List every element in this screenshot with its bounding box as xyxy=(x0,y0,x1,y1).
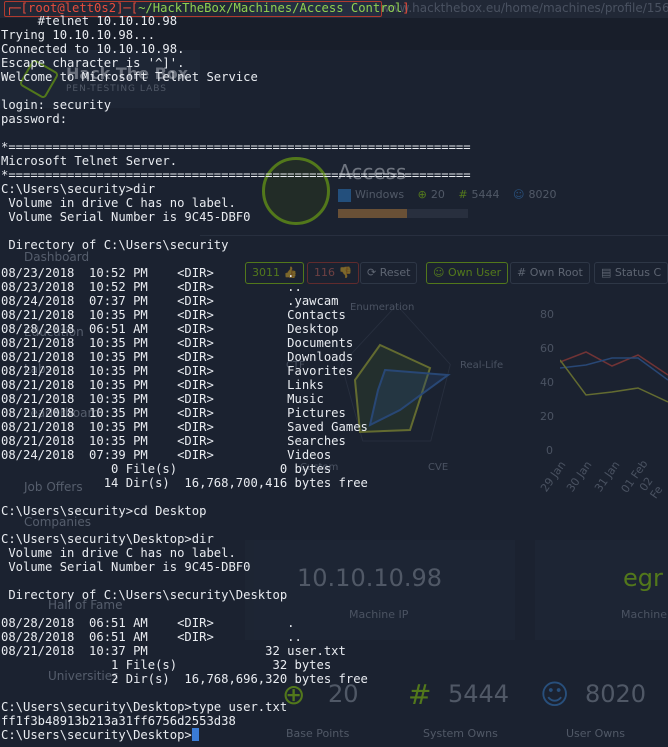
terminal-line: 08/24/2018 07:37 PM <DIR> .yawcam xyxy=(1,294,339,308)
terminal-line: C:\Users\security\Desktop>type user.txt xyxy=(1,700,288,714)
terminal-line: 14 Dir(s) 16,768,700,416 bytes free xyxy=(1,476,368,490)
terminal-line: 08/24/2018 07:39 PM <DIR> Videos xyxy=(1,448,332,462)
terminal-line: Volume Serial Number is 9C45-DBF0 xyxy=(1,560,251,574)
terminal-line: ff1f3b48913b213a31ff6756d2553d38 xyxy=(1,714,236,728)
prompt-bracket: ]─[ xyxy=(116,1,139,15)
terminal-line: 08/28/2018 06:51 AM <DIR> .. xyxy=(1,630,302,644)
terminal-line: C:\Users\security\Desktop> xyxy=(1,728,199,742)
terminal-line: C:\Users\security>dir xyxy=(1,182,156,196)
terminal-line: 1 File(s) 32 bytes xyxy=(1,658,332,672)
prompt-path: ~/HackTheBox/Machines/Access Control xyxy=(138,1,403,15)
terminal-line: Connected to 10.10.10.98. xyxy=(1,42,185,56)
terminal-line: password: xyxy=(1,112,68,126)
terminal-line: Escape character is '^]'. xyxy=(1,56,185,70)
terminal-line: 08/23/2018 10:52 PM <DIR> .. xyxy=(1,280,302,294)
terminal-cursor xyxy=(191,728,199,741)
terminal-line: Microsoft Telnet Server. xyxy=(1,154,178,168)
terminal-line: *=======================================… xyxy=(1,168,471,182)
terminal-line: 08/21/2018 10:35 PM <DIR> Favorites xyxy=(1,364,354,378)
terminal-line: Volume in drive C has no label. xyxy=(1,196,236,210)
terminal-line: 08/21/2018 10:35 PM <DIR> Pictures xyxy=(1,406,346,420)
terminal-line: 08/28/2018 06:51 AM <DIR> . xyxy=(1,616,295,630)
terminal-line: 08/28/2018 06:51 AM <DIR> Desktop xyxy=(1,322,339,336)
terminal-line: login: security xyxy=(1,98,112,112)
terminal-line: Directory of C:\Users\security xyxy=(1,238,229,252)
terminal-line: #telnet 10.10.10.98 xyxy=(1,14,178,28)
terminal-line: C:\Users\security>cd Desktop xyxy=(1,504,207,518)
prompt-header: ┌─[root@lett0s2]─[~/HackTheBox/Machines/… xyxy=(6,1,410,15)
terminal-line: Volume in drive C has no label. xyxy=(1,546,236,560)
terminal-line: 08/21/2018 10:37 PM 32 user.txt xyxy=(1,644,346,658)
terminal-line: 08/21/2018 10:35 PM <DIR> Downloads xyxy=(1,350,354,364)
terminal-line: *=======================================… xyxy=(1,140,471,154)
terminal-line: 08/21/2018 10:35 PM <DIR> Saved Games xyxy=(1,420,368,434)
terminal-line: Welcome to Microsoft Telnet Service xyxy=(1,70,258,84)
terminal-line: Volume Serial Number is 9C45-DBF0 xyxy=(1,210,251,224)
terminal-line: Directory of C:\Users\security\Desktop xyxy=(1,588,288,602)
terminal-line: Trying 10.10.10.98... xyxy=(1,28,156,42)
terminal-line: 08/21/2018 10:35 PM <DIR> Links xyxy=(1,378,324,392)
terminal-line: C:\Users\security\Desktop>dir xyxy=(1,532,214,546)
prompt-bracket: ┌─[ xyxy=(6,1,29,15)
terminal-line: 08/21/2018 10:35 PM <DIR> Documents xyxy=(1,336,354,350)
terminal-line: 08/21/2018 10:35 PM <DIR> Contacts xyxy=(1,308,346,322)
prompt-user: root@lett0s2 xyxy=(28,1,117,15)
terminal-window[interactable]: ┌─[root@lett0s2]─[~/HackTheBox/Machines/… xyxy=(0,0,668,747)
terminal-line: 08/21/2018 10:35 PM <DIR> Music xyxy=(1,392,324,406)
prompt-bracket: ] xyxy=(402,1,410,15)
terminal-line: 0 File(s) 0 bytes xyxy=(1,462,332,476)
terminal-line: 08/21/2018 10:35 PM <DIR> Searches xyxy=(1,434,346,448)
terminal-line: 2 Dir(s) 16,768,696,320 bytes free xyxy=(1,672,368,686)
terminal-line: 08/23/2018 10:52 PM <DIR> . xyxy=(1,266,295,280)
